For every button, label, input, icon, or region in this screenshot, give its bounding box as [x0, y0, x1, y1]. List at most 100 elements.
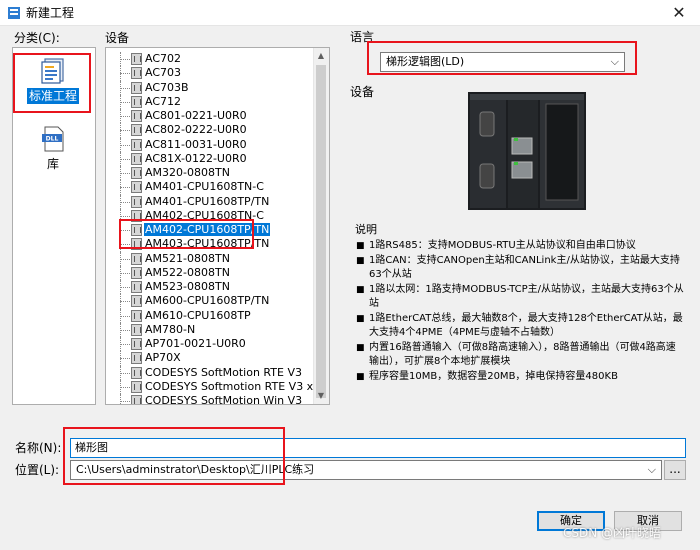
device-tree-item-label: AM401-CPU1608TP/TN	[145, 194, 270, 208]
tree-connector	[120, 215, 130, 217]
device-icon	[131, 366, 142, 379]
device-tree-item[interactable]: AC81X-0122-U0R0	[106, 151, 316, 166]
location-value: C:\Users\adminstrator\Desktop\汇川PLC练习	[76, 463, 315, 476]
device-tree-item[interactable]: AP701-0021-U0R0	[106, 337, 316, 352]
device-tree-item[interactable]: AM402-CPU1608TP/TN	[106, 223, 316, 238]
description-item: 程序容量10MB，数据容量20MB，掉电保持容量480KB	[355, 370, 685, 385]
device-icon	[131, 338, 142, 350]
description-label: 说明	[355, 223, 377, 236]
tree-connector	[120, 358, 130, 360]
tree-connector	[120, 230, 130, 231]
device-tree-item-label: AM402-CPU1608TP/TN	[144, 223, 271, 236]
description-item: 1路以太网：1路支持MODBUS-TCP主/从站协议，主站最大支持63个从站	[355, 283, 685, 312]
device-icon	[131, 224, 142, 236]
name-input[interactable]: 梯形图	[70, 438, 686, 458]
device-icon	[131, 252, 142, 265]
device-tree-item[interactable]: AM401-CPU1608TN-C	[106, 180, 316, 195]
device-tree-item[interactable]: AC703	[106, 66, 316, 81]
description-item: 1路RS485：支持MODBUS-RTU主从站协议和自由串口协议	[355, 239, 685, 254]
device-tree-item[interactable]: AM521-0808TN	[106, 251, 316, 266]
name-value: 梯形图	[75, 441, 108, 454]
device-icon	[131, 138, 142, 151]
device-tree-item-label: AP70X	[145, 351, 181, 365]
device-tree-item[interactable]: AM600-CPU1608TP/TN	[106, 294, 316, 309]
description-panel: 说明 1路RS485：支持MODBUS-RTU主从站协议和自由串口协议 1路CA…	[355, 223, 685, 384]
tree-connector	[120, 187, 130, 189]
scroll-down-icon[interactable]: ▼	[313, 388, 329, 404]
language-label: 语言	[350, 30, 375, 44]
tree-connector	[120, 201, 130, 203]
device-preview-label: 设备	[350, 85, 375, 99]
device-tree[interactable]: AC702 AC703 AC703B AC712 AC801-0221-U0R0 AC80…	[105, 47, 330, 405]
device-tree-item[interactable]: AM780-N	[106, 322, 316, 337]
device-tree-item[interactable]: AM403-CPU1608TP/TN	[106, 237, 316, 252]
category-item-standard-project[interactable]: 标准工程	[14, 57, 92, 104]
device-tree-item[interactable]: AC811-0031-U0R0	[106, 137, 316, 152]
device-tree-item-label: CODESYS Softmotion RTE V3 x64	[145, 379, 328, 393]
device-tree-item-label: AC703B	[145, 80, 189, 94]
location-select[interactable]: C:\Users\adminstrator\Desktop\汇川PLC练习 ⌵	[70, 460, 662, 480]
device-icon	[131, 323, 142, 336]
device-icon	[131, 281, 142, 293]
device-tree-item-label: AC703	[145, 66, 182, 80]
device-icon	[131, 195, 142, 208]
description-list: 1路RS485：支持MODBUS-RTU主从站协议和自由串口协议 1路CAN：支…	[355, 239, 685, 384]
devices-label: 设备	[105, 31, 130, 45]
device-tree-item[interactable]: AM522-0808TN	[106, 265, 316, 280]
device-tree-item[interactable]: AP70X	[106, 351, 316, 366]
chevron-down-icon: ⌵	[647, 463, 656, 476]
device-tree-item-label: AM780-N	[145, 322, 196, 336]
device-icon	[131, 181, 142, 194]
device-icon	[131, 95, 142, 108]
app-icon	[8, 7, 20, 19]
device-tree-item[interactable]: AM610-CPU1608TP	[106, 308, 316, 323]
device-icon	[131, 352, 142, 365]
device-tree-item[interactable]: AM523-0808TN	[106, 280, 316, 295]
device-tree-item[interactable]: AC801-0221-U0R0	[106, 109, 316, 124]
device-tree-item[interactable]: CODESYS SoftMotion Win V3	[106, 394, 316, 405]
device-tree-item[interactable]: CODESYS Softmotion RTE V3 x64	[106, 379, 327, 394]
device-icon	[131, 209, 142, 222]
scroll-up-icon[interactable]: ▲	[313, 48, 329, 64]
device-tree-item-label: AC702	[145, 52, 182, 65]
device-tree-item[interactable]: AC712	[106, 94, 316, 109]
category-item-library[interactable]: DLL 库	[14, 125, 92, 172]
tree-connector	[120, 73, 130, 75]
language-select[interactable]: 梯形逻辑图(LD) ⌵	[380, 52, 625, 72]
device-icon	[131, 67, 142, 80]
tree-connector	[120, 315, 130, 317]
device-tree-item-label: AC802-0222-U0R0	[145, 123, 247, 137]
tree-connector	[120, 144, 130, 146]
device-tree-item[interactable]: AC703B	[106, 80, 316, 95]
device-icon	[131, 295, 142, 308]
device-tree-item-label: AM522-0808TN	[145, 265, 230, 279]
chevron-down-icon: ⌵	[610, 55, 619, 68]
device-icon	[131, 152, 142, 165]
device-tree-item[interactable]: AM402-CPU1608TN-C	[106, 208, 316, 223]
tree-connector	[120, 130, 130, 132]
device-tree-item[interactable]: AC702	[106, 52, 316, 67]
location-label: 位置(L):	[15, 463, 60, 477]
device-tree-item[interactable]: AC802-0222-U0R0	[106, 123, 316, 138]
tree-connector	[120, 87, 130, 89]
device-list: AC702 AC703 AC703B AC712 AC801-0221-U0R0 AC80…	[106, 52, 327, 405]
tree-connector	[120, 401, 130, 402]
dll-icon-text: DLL	[46, 136, 59, 143]
scrollbar-thumb[interactable]	[316, 65, 326, 398]
device-tree-item-label: AM403-CPU1608TP/TN	[145, 237, 270, 251]
category-label: 分类(C):	[14, 31, 60, 45]
tree-connector	[120, 394, 121, 404]
device-tree-item[interactable]: AM320-0808TN	[106, 166, 316, 181]
dll-library-icon: DLL	[42, 126, 64, 152]
device-icon	[131, 124, 142, 137]
watermark: CSDN @凶叶晓晤	[563, 526, 662, 540]
device-tree-item[interactable]: CODESYS SoftMotion RTE V3	[106, 365, 316, 380]
close-icon[interactable]: ✕	[668, 3, 690, 23]
device-icon	[131, 110, 142, 122]
device-tree-item[interactable]: AM401-CPU1608TP/TN	[106, 194, 316, 209]
device-tree-item-label: CODESYS SoftMotion RTE V3	[145, 365, 302, 379]
device-icon	[131, 238, 142, 251]
device-tree-item-label: CODESYS SoftMotion Win V3	[145, 394, 303, 405]
plc-device-image	[468, 92, 586, 210]
browse-button[interactable]: ...	[664, 460, 686, 480]
